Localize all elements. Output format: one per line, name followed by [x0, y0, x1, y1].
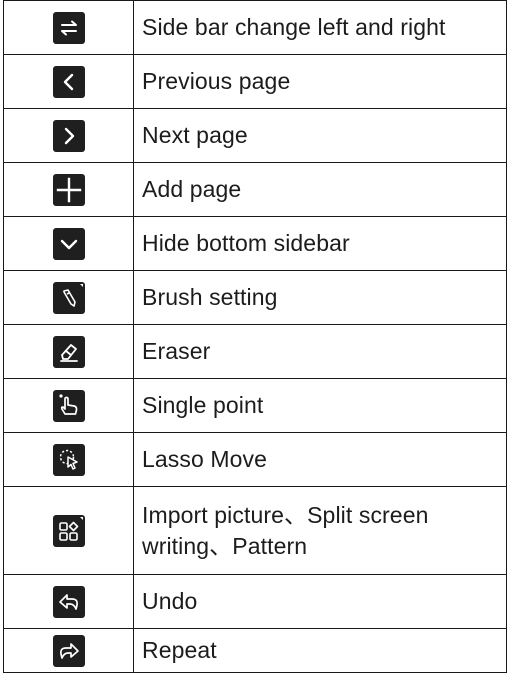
- legend-label: Brush setting: [133, 270, 507, 325]
- table-row: Brush setting: [3, 270, 507, 325]
- icon-cell: [3, 270, 134, 325]
- icon-cell: [3, 216, 134, 271]
- table-row: Add page: [3, 162, 507, 217]
- icon-cell: [3, 108, 134, 163]
- pen-icon: [52, 281, 85, 314]
- legend-label: Import picture、Split screen writing、Patt…: [133, 486, 507, 575]
- table-row: Undo: [3, 574, 507, 629]
- icon-cell: [3, 432, 134, 487]
- legend-label: Side bar change left and right: [133, 0, 507, 55]
- legend-label: Lasso Move: [133, 432, 507, 487]
- table-row: Lasso Move: [3, 432, 507, 487]
- chevron-right-icon: [52, 119, 85, 152]
- eraser-icon: [52, 335, 85, 368]
- table-row: Side bar change left and right: [3, 0, 507, 55]
- icon-cell: [3, 0, 134, 55]
- table-row: Next page: [3, 108, 507, 163]
- chevron-left-icon: [52, 65, 85, 98]
- hand-pointer-icon: [52, 389, 85, 422]
- icon-cell: [3, 54, 134, 109]
- chevron-down-icon: [52, 227, 85, 260]
- icon-cell: [3, 378, 134, 433]
- icon-cell: [3, 162, 134, 217]
- icon-cell: [3, 574, 134, 629]
- legend-label: Next page: [133, 108, 507, 163]
- table-row: Import picture、Split screen writing、Patt…: [3, 486, 507, 575]
- icon-cell: [3, 486, 134, 575]
- legend-label: Previous page: [133, 54, 507, 109]
- legend-label: Hide bottom sidebar: [133, 216, 507, 271]
- redo-icon: [52, 634, 85, 667]
- table-row: Single point: [3, 378, 507, 433]
- icon-cell: [3, 324, 134, 379]
- plus-icon: [52, 173, 85, 206]
- legend-label: Eraser: [133, 324, 507, 379]
- table-row: Hide bottom sidebar: [3, 216, 507, 271]
- legend-label: Undo: [133, 574, 507, 629]
- table-row: Previous page: [3, 54, 507, 109]
- grid-apps-icon: [52, 514, 85, 547]
- undo-icon: [52, 585, 85, 618]
- icon-legend-table: Side bar change left and right Previous …: [3, 0, 507, 673]
- legend-label: Add page: [133, 162, 507, 217]
- table-row: Eraser: [3, 324, 507, 379]
- legend-label: Single point: [133, 378, 507, 433]
- swap-arrows-icon: [52, 11, 85, 44]
- lasso-cursor-icon: [52, 443, 85, 476]
